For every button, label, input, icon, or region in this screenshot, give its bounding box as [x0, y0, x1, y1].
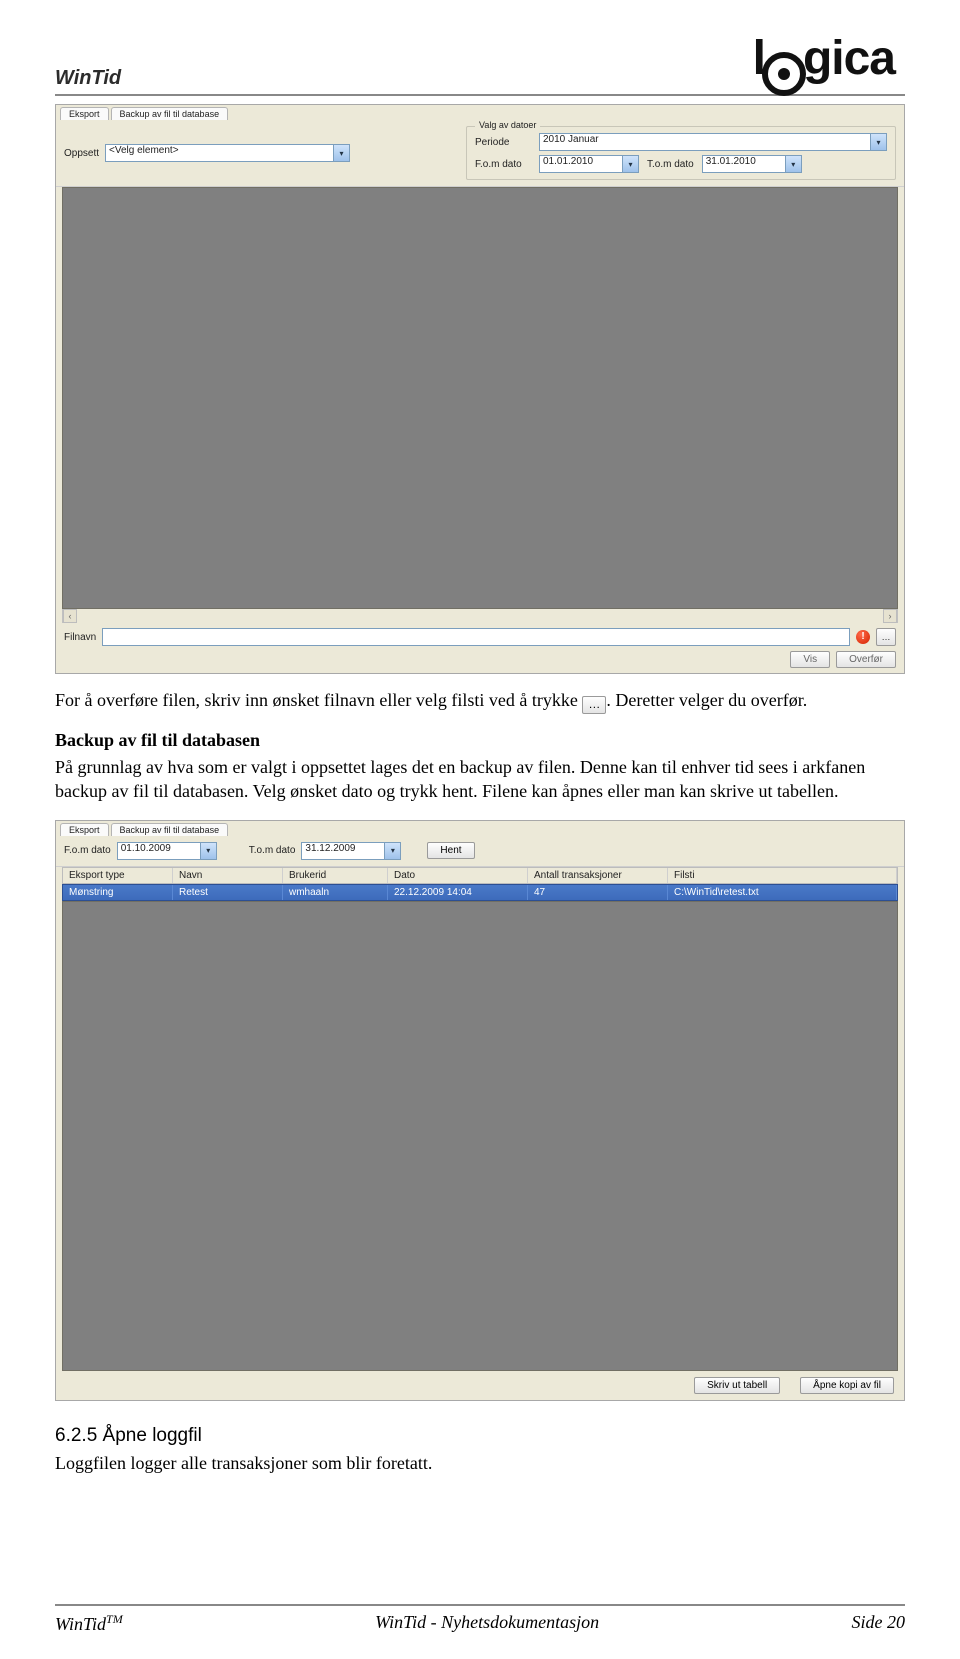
periode-value: 2010 Januar	[543, 134, 599, 145]
table-body-empty	[62, 901, 898, 1371]
logo-o-icon	[762, 52, 806, 96]
fom-value-2: 01.10.2009	[121, 843, 171, 854]
page-footer: WinTidTM WinTid - Nyhetsdokumentasjon Si…	[55, 1604, 905, 1635]
chevron-down-icon: ▾	[200, 843, 216, 859]
browse-button[interactable]: …	[876, 628, 896, 646]
scrollbar-horizontal[interactable]: ‹ ›	[62, 609, 898, 623]
tom-value: 31.01.2010	[706, 156, 756, 167]
filnavn-input[interactable]	[102, 628, 850, 646]
result-area	[62, 187, 898, 609]
chevron-down-icon: ▾	[384, 843, 400, 859]
footer-tm: TM	[106, 1612, 123, 1626]
label-fom-2: F.o.m dato	[64, 845, 111, 856]
hent-button[interactable]: Hent	[427, 842, 474, 859]
logo-rest: gica	[803, 35, 895, 83]
date-group-legend: Valg av datoer	[475, 120, 540, 130]
heading-backup: Backup av fil til databasen	[55, 730, 905, 751]
tab-backup[interactable]: Backup av fil til database	[111, 107, 229, 120]
tom-date[interactable]: 31.01.2010 ▾	[702, 155, 802, 173]
fom-date-2[interactable]: 01.10.2009 ▾	[117, 842, 217, 860]
scroll-right-icon[interactable]: ›	[883, 609, 897, 623]
label-fom: F.o.m dato	[475, 159, 531, 170]
th: Brukerid	[283, 868, 388, 883]
tab-eksport[interactable]: Eksport	[60, 107, 109, 120]
text: For å overføre filen, skriv inn ønsket f…	[55, 690, 582, 710]
fom-value: 01.01.2010	[543, 156, 593, 167]
brand-logo: l gica	[753, 35, 895, 90]
chevron-down-icon: ▾	[870, 134, 886, 150]
cell: 47	[528, 885, 668, 900]
chevron-down-icon: ▾	[333, 145, 349, 161]
skriv-ut-tabell-button[interactable]: Skriv ut tabell	[694, 1377, 780, 1394]
table-row[interactable]: Mønstring Retest wmhaaln 22.12.2009 14:0…	[62, 884, 898, 901]
label-periode: Periode	[475, 137, 531, 148]
overfor-button[interactable]: Overfør	[836, 651, 896, 668]
oppsett-select-value: <Velg element>	[109, 145, 179, 156]
th: Antall transaksjoner	[528, 868, 668, 883]
label-tom-2: T.o.m dato	[249, 845, 296, 856]
footer-right: Side 20	[851, 1612, 905, 1635]
chevron-down-icon: ▾	[785, 156, 801, 172]
error-icon: !	[856, 630, 870, 644]
cell: Mønstring	[63, 885, 173, 900]
tab-eksport-2[interactable]: Eksport	[60, 823, 109, 836]
footer-center: WinTid - Nyhetsdokumentasjon	[375, 1612, 599, 1635]
tab-backup-2[interactable]: Backup av fil til database	[111, 823, 229, 836]
chevron-down-icon: ▾	[622, 156, 638, 172]
paragraph-loggfil: Loggfilen logger alle transaksjoner som …	[55, 1451, 905, 1475]
cell: Retest	[173, 885, 283, 900]
th: Filsti	[668, 868, 897, 883]
periode-select[interactable]: 2010 Januar ▾	[539, 133, 887, 151]
label-filnavn: Filnavn	[64, 632, 96, 643]
fom-date[interactable]: 01.01.2010 ▾	[539, 155, 639, 173]
label-tom: T.o.m dato	[647, 159, 694, 170]
paragraph-backup: På grunnlag av hva som er valgt i oppset…	[55, 755, 905, 804]
vis-button[interactable]: Vis	[790, 651, 830, 668]
cell: 22.12.2009 14:04	[388, 885, 528, 900]
inline-browse-button-icon: …	[582, 696, 606, 714]
app-title: WinTid	[55, 67, 121, 90]
tom-date-2[interactable]: 31.12.2009 ▾	[301, 842, 401, 860]
text: . Deretter velger du overfør.	[606, 690, 807, 710]
th: Navn	[173, 868, 283, 883]
scroll-left-icon[interactable]: ‹	[63, 609, 77, 623]
heading-apne-loggfil: 6.2.5 Åpne loggfil	[55, 1425, 905, 1447]
tom-value-2: 31.12.2009	[305, 843, 355, 854]
th: Eksport type	[63, 868, 173, 883]
label-oppsett: Oppsett	[64, 148, 99, 159]
oppsett-select[interactable]: <Velg element> ▾	[105, 144, 350, 162]
cell: wmhaaln	[283, 885, 388, 900]
cell: C:\WinTid\retest.txt	[668, 885, 897, 900]
th: Dato	[388, 868, 528, 883]
apne-kopi-button[interactable]: Åpne kopi av fil	[800, 1377, 894, 1394]
table-header: Eksport type Navn Brukerid Dato Antall t…	[62, 867, 898, 884]
footer-left: WinTidTM	[55, 1612, 123, 1635]
footer-app-name: WinTid	[55, 1614, 106, 1634]
screenshot-backup-window: Eksport Backup av fil til database F.o.m…	[55, 820, 905, 1401]
paragraph-overfor: For å overføre filen, skriv inn ønsket f…	[55, 688, 905, 714]
screenshot-export-window: Eksport Backup av fil til database Oppse…	[55, 104, 905, 674]
